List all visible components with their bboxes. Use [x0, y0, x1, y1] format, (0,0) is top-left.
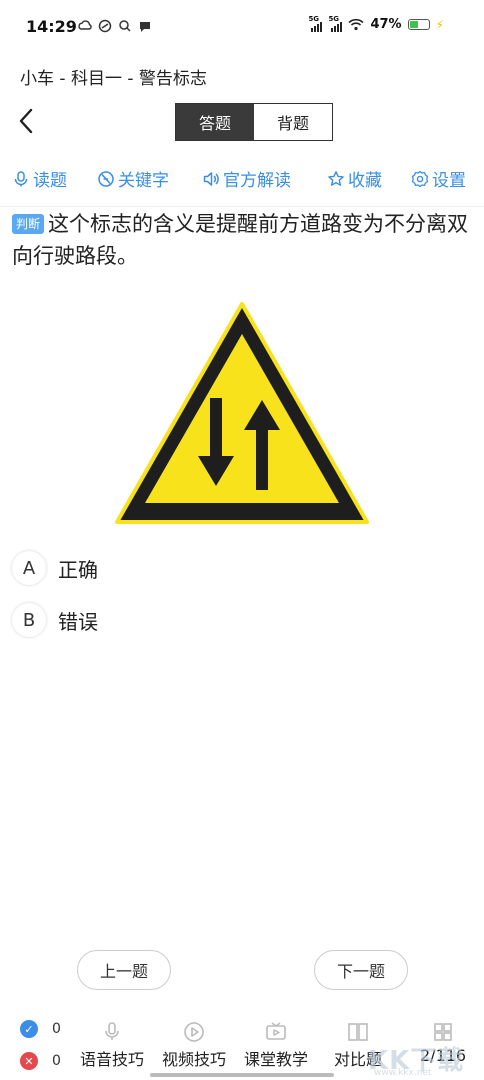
signal-1-icon: 5G	[308, 15, 323, 32]
back-button[interactable]	[12, 104, 42, 138]
page: 14:29 5G 5G 47% ⚡ 小车 - 科目一 - 警告标志 答题 背题 …	[0, 0, 484, 1080]
status-right: 5G 5G 47% ⚡	[308, 15, 444, 33]
cross-icon: ✕	[20, 1052, 38, 1070]
toolbar-divider	[0, 206, 484, 207]
keywords-label: 关键字	[118, 171, 169, 191]
favorite-label: 收藏	[348, 171, 382, 191]
official-explanation-label: 官方解读	[223, 171, 291, 191]
signal-2-icon: 5G	[328, 15, 343, 32]
tab-memorize[interactable]: 背题	[254, 104, 332, 140]
chat-bubble-icon	[140, 22, 150, 32]
video-tips-button[interactable]: 视频技巧	[162, 1020, 226, 1070]
speaker-icon	[203, 171, 219, 186]
wifi-icon	[348, 18, 364, 31]
next-question-button[interactable]: 下一题	[314, 950, 408, 990]
breadcrumb: 小车 - 科目一 - 警告标志	[20, 69, 207, 89]
compare-icon	[348, 1023, 368, 1041]
wrong-count-value: 0	[52, 1053, 61, 1069]
watermark-url: www.kkx.net	[374, 1068, 432, 1078]
chevron-left-icon	[19, 108, 33, 134]
voice-tips-label: 语音技巧	[80, 1050, 145, 1069]
charging-icon: ⚡	[435, 17, 444, 32]
status-time: 14:29	[26, 17, 77, 36]
voice-tips-button[interactable]: 语音技巧	[80, 1020, 144, 1070]
question-text: 这个标志的含义是提醒前方道路变为不分离双向行驶路段。	[12, 212, 469, 268]
correct-count[interactable]: ✓ 0	[20, 1020, 61, 1038]
favorite-button[interactable]: 收藏	[327, 166, 382, 191]
mode-toggle: 答题 背题	[175, 103, 333, 141]
play-circle-icon	[184, 1022, 204, 1042]
toolbar: 读题 关键字 官方解读 收藏 设置	[0, 160, 484, 198]
keywords-button[interactable]: 关键字	[97, 166, 169, 191]
read-question-button[interactable]: 读题	[12, 166, 67, 191]
option-b[interactable]: B 错误	[12, 600, 98, 640]
app-circle-icon	[98, 19, 112, 33]
two-way-traffic-sign-image	[115, 302, 369, 524]
notification-icons	[78, 19, 152, 33]
settings-label: 设置	[432, 171, 466, 191]
star-icon	[328, 170, 344, 186]
key-icon	[98, 170, 114, 187]
microphone-icon	[14, 170, 28, 186]
option-a-text: 正确	[58, 557, 98, 582]
video-tips-label: 视频技巧	[162, 1050, 227, 1069]
status-bar: 14:29 5G 5G 47% ⚡	[0, 0, 484, 56]
classroom-teaching-button[interactable]: 课堂教学	[244, 1020, 308, 1070]
option-b-letter: B	[12, 603, 46, 637]
microphone-icon	[105, 1022, 119, 1040]
check-icon: ✓	[20, 1020, 38, 1038]
classroom-teaching-label: 课堂教学	[244, 1050, 309, 1069]
official-explanation-button[interactable]: 官方解读	[202, 166, 291, 191]
cloud-sync-icon	[78, 20, 92, 30]
battery-percent: 47%	[370, 17, 402, 32]
battery-icon	[407, 19, 430, 30]
question: 判断 这个标志的含义是提醒前方道路变为不分离双向行驶路段。	[12, 208, 470, 272]
wrong-count[interactable]: ✕ 0	[20, 1052, 61, 1070]
question-type-badge: 判断	[12, 214, 45, 234]
tv-icon	[266, 1022, 286, 1040]
option-a[interactable]: A 正确	[12, 548, 98, 588]
settings-button[interactable]: 设置	[411, 166, 466, 191]
option-a-letter: A	[12, 551, 46, 585]
previous-question-button[interactable]: 上一题	[77, 950, 171, 990]
tab-answer[interactable]: 答题	[176, 104, 254, 140]
gear-icon	[411, 170, 429, 187]
home-indicator[interactable]	[150, 1073, 334, 1077]
correct-count-value: 0	[52, 1021, 61, 1037]
option-b-text: 错误	[58, 609, 98, 634]
watermark: KK下载 www.kkx.net	[368, 1040, 468, 1080]
read-question-label: 读题	[33, 171, 67, 191]
search-bubble-icon	[119, 20, 131, 32]
